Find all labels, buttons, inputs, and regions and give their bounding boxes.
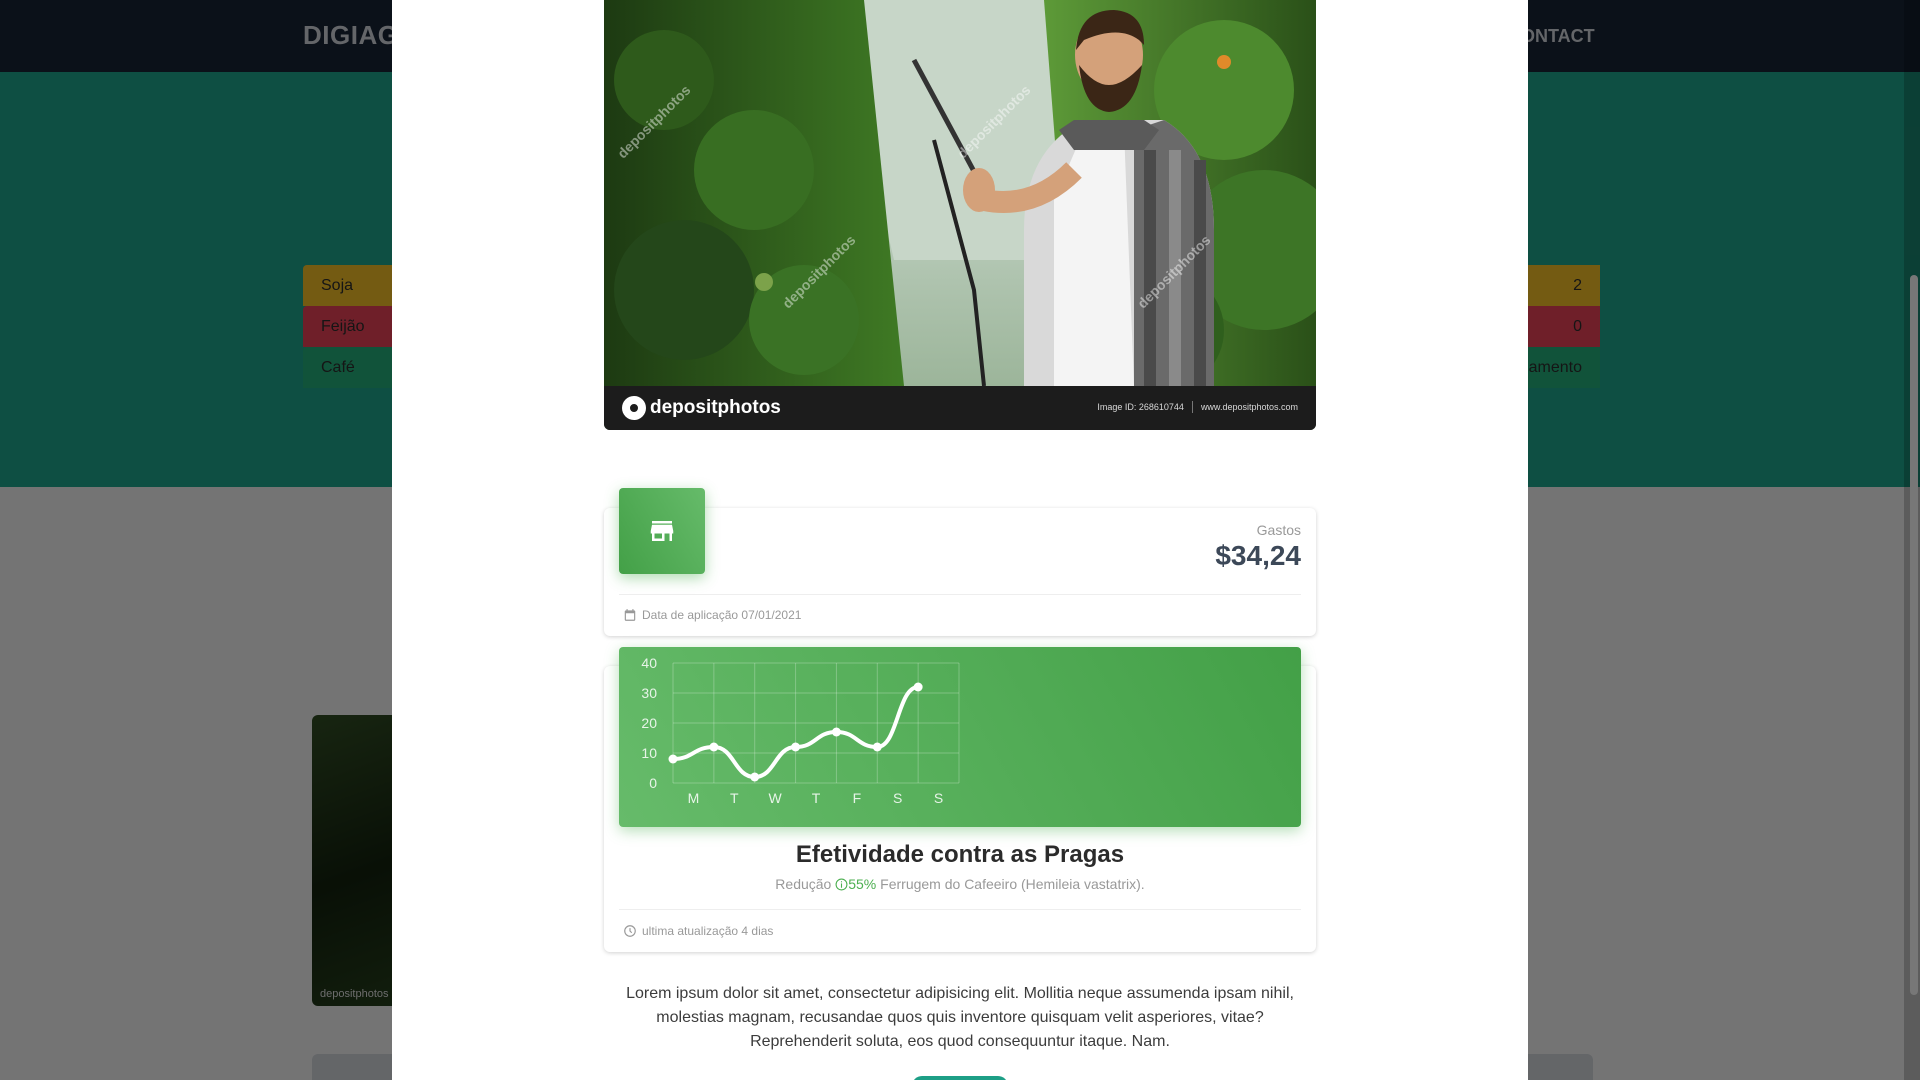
- modal-dialog: depositphotos depositphotos depositphoto…: [392, 0, 1528, 1080]
- chart-x-tick-label: T: [812, 790, 821, 806]
- chart-y-tick-label: 40: [641, 655, 657, 671]
- chart-x-tick-label: W: [769, 790, 783, 806]
- calendar-icon: [624, 609, 636, 621]
- chart-data-point: [750, 772, 760, 782]
- chart-x-tick-label: S: [934, 790, 943, 806]
- chart-data-point: [913, 682, 923, 692]
- pest-effectiveness-card: 0 10 20 30 40 M T W T F S S Efetividade contra as P…: [604, 647, 1316, 952]
- photo-meta-divider: [1191, 401, 1193, 413]
- photo-meta: Image ID: 268610744 www.depositphotos.co…: [1097, 401, 1298, 413]
- modal-description: Lorem ipsum dolor sit amet, consectetur …: [626, 985, 1294, 1050]
- chart-card-subtitle: Redução 55% Ferrugem do Cafeeiro (Hemile…: [604, 876, 1316, 892]
- depositphotos-logo-text: depositphotos: [650, 397, 781, 418]
- expenses-card: Gastos $34,24 Data de aplicação 07/01/20…: [604, 488, 1316, 636]
- application-date: Data de aplicação 07/01/2021: [642, 608, 802, 622]
- expenses-card-icon-box: [619, 488, 705, 574]
- chart-card-footer: ultima atualização 4 dias: [623, 924, 773, 938]
- modal-action-button[interactable]: [912, 1076, 1008, 1080]
- line-chart: 0 10 20 30 40 M T W T F S S: [641, 655, 960, 806]
- store-icon: [650, 521, 674, 541]
- chart-x-tick-label: M: [688, 790, 700, 806]
- farmer-photo: depositphotos depositphotos depositphoto…: [604, 0, 1316, 430]
- chart-header: 0 10 20 30 40 M T W T F S S: [619, 647, 1301, 827]
- subtitle-suffix: Ferrugem do Cafeeiro (Hemileia vastatrix…: [880, 876, 1145, 892]
- chart-x-tick-label: S: [893, 790, 902, 806]
- expenses-card-value: $34,24: [1215, 540, 1301, 571]
- chart-y-tick-label: 20: [641, 715, 657, 731]
- chart-card-title: Efetividade contra as Pragas: [795, 841, 1125, 868]
- expenses-card-category: Gastos: [1256, 522, 1301, 538]
- chart-x-tick-label: T: [730, 790, 739, 806]
- chart-data-point: [872, 742, 882, 752]
- chart-card-divider: [619, 909, 1301, 910]
- chart-data-point: [709, 742, 719, 752]
- photo-site-url: www.depositphotos.com: [1200, 402, 1298, 412]
- farmer-photo-illustration: [604, 0, 1316, 386]
- subtitle-prefix: Redução: [775, 876, 832, 892]
- expenses-card-divider: [619, 594, 1301, 595]
- last-update: ultima atualização 4 dias: [642, 924, 774, 938]
- expenses-card-footer: Data de aplicação 07/01/2021: [623, 608, 801, 622]
- depositphotos-logo: depositphotos: [622, 396, 781, 420]
- subtitle-percent: 55%: [848, 876, 877, 892]
- chart-y-tick-label: 30: [641, 685, 657, 701]
- info-icon: [835, 878, 848, 891]
- page-scrollbar-thumb[interactable]: [1910, 275, 1918, 995]
- chart-y-tick-label: 0: [649, 775, 657, 791]
- camera-icon: [622, 396, 646, 420]
- chart-y-tick-label: 10: [641, 745, 657, 761]
- photo-image-id: Image ID: 268610744: [1097, 402, 1184, 412]
- chart-data-point: [791, 742, 801, 752]
- clock-icon: [624, 925, 636, 937]
- chart-x-tick-label: F: [853, 790, 862, 806]
- photo-credit-bar: depositphotos Image ID: 268610744 www.de…: [604, 386, 1316, 430]
- chart-data-point: [668, 754, 678, 764]
- chart-data-point: [831, 727, 841, 737]
